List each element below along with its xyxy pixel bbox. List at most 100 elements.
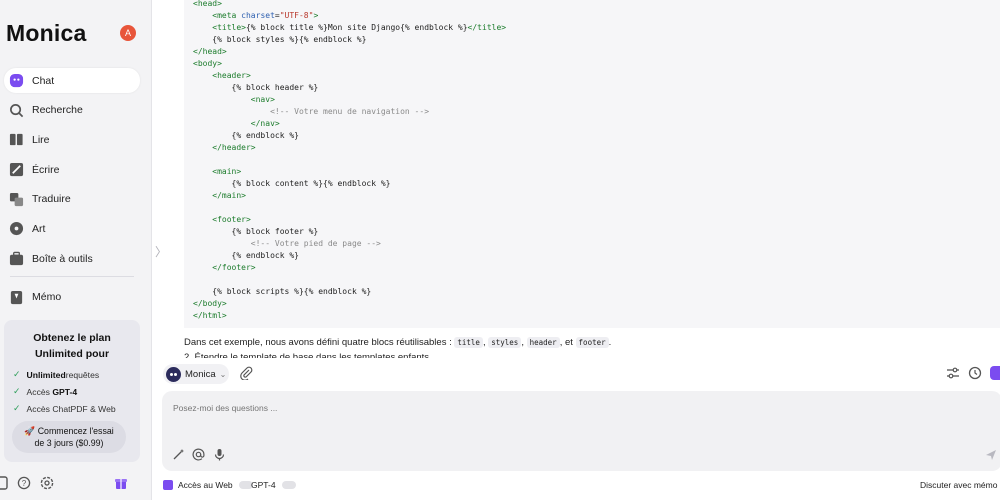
code-token: {% block scripts %}{% endblock %} bbox=[193, 287, 372, 296]
code-token: <meta bbox=[212, 11, 242, 20]
code-block: <head> <meta charset="UTF-8"> <title>{% … bbox=[184, 0, 1000, 328]
memo-chat-link[interactable]: Discuter avec mémo bbox=[920, 478, 997, 492]
code-line: <!-- Votre pied de page --> bbox=[193, 238, 381, 250]
code-line: </footer> bbox=[193, 262, 256, 274]
code-token: {% block title %}Mon site Django{% endbl… bbox=[245, 23, 468, 32]
svg-text:?: ? bbox=[22, 479, 27, 488]
sidebar-item-label: Écrire bbox=[32, 163, 60, 176]
code-line: </html> bbox=[193, 310, 227, 322]
sidebar-nav: Chat Recherche Lire Écrire Traduire Art … bbox=[4, 68, 140, 315]
sidebar-item-memo[interactable]: Mémo bbox=[4, 285, 140, 310]
sidebar-item-toolbox[interactable]: Boîte à outils bbox=[4, 246, 140, 271]
microphone-icon[interactable] bbox=[213, 448, 226, 461]
check-icon: ✓ bbox=[13, 369, 21, 379]
promo-feature: ✓ Accès ChatPDF & Web bbox=[13, 403, 116, 414]
inline-code: header bbox=[526, 337, 560, 348]
promo-feature: ✓ Accès GPT-4 bbox=[13, 386, 78, 397]
brand-logo[interactable]: Monica bbox=[6, 20, 86, 47]
pen-icon bbox=[9, 162, 24, 177]
attachment-icon[interactable] bbox=[239, 366, 253, 380]
code-token: <nav> bbox=[250, 95, 275, 104]
sidebar-item-read[interactable]: Lire bbox=[4, 127, 140, 152]
sidebar-item-translate[interactable]: Traduire bbox=[4, 187, 140, 212]
code-token: "UTF-8" bbox=[279, 11, 314, 20]
sidebar-divider bbox=[10, 275, 134, 277]
mention-icon[interactable] bbox=[192, 448, 205, 461]
code-token: </head> bbox=[193, 47, 227, 56]
assistant-message-next-line: 2. Étendre le template de base dans les … bbox=[184, 352, 430, 358]
code-token: {% block header %} bbox=[193, 83, 319, 92]
inline-code: title bbox=[454, 337, 483, 348]
chat-input-area bbox=[162, 391, 1000, 471]
sidebar-item-label: Lire bbox=[32, 133, 50, 146]
code-token: <body> bbox=[193, 59, 222, 68]
chat-bubble-icon bbox=[9, 73, 24, 88]
code-line: </header> bbox=[193, 142, 256, 154]
palette-icon bbox=[9, 221, 24, 236]
code-line: <!-- Votre menu de navigation --> bbox=[193, 106, 429, 118]
code-token: </footer> bbox=[212, 263, 256, 272]
rocket-icon: 🚀 bbox=[24, 426, 36, 436]
model-selector[interactable]: Monica ⌄ bbox=[163, 364, 229, 384]
code-line: <nav> bbox=[193, 94, 275, 106]
code-line: {% block header %} bbox=[193, 82, 319, 94]
gift-icon[interactable] bbox=[114, 476, 128, 490]
sidebar: Monica A Chat Recherche Lire Écrire Trad… bbox=[0, 0, 152, 500]
gpt4-switch[interactable] bbox=[281, 481, 296, 489]
collapse-sidebar-icon[interactable]: 〉 bbox=[155, 243, 167, 260]
sidebar-footer: ? bbox=[0, 476, 152, 492]
code-token: <!-- Votre menu de navigation --> bbox=[270, 107, 430, 116]
code-token: <footer> bbox=[212, 215, 251, 224]
sidebar-item-art[interactable]: Art bbox=[4, 216, 140, 241]
sidebar-item-chat[interactable]: Chat bbox=[4, 68, 140, 93]
code-line: </head> bbox=[193, 46, 227, 58]
code-line: </main> bbox=[193, 190, 246, 202]
gpt4-toggle[interactable]: GPT-4 bbox=[251, 478, 296, 492]
code-token: </nav> bbox=[250, 119, 280, 128]
code-line: <main> bbox=[193, 166, 241, 178]
code-token: </main> bbox=[212, 191, 246, 200]
code-token: </header> bbox=[212, 143, 256, 152]
search-icon bbox=[9, 103, 24, 118]
code-line: <title>{% block title %}Mon site Django{… bbox=[193, 22, 506, 34]
start-trial-button[interactable]: 🚀 Commencez l'essai de 3 jours ($0.99) bbox=[12, 421, 126, 453]
sidebar-item-label: Traduire bbox=[32, 193, 71, 206]
sidebar-item-label: Mémo bbox=[32, 291, 62, 304]
sidebar-item-write[interactable]: Écrire bbox=[4, 157, 140, 182]
code-token: </title> bbox=[467, 23, 507, 32]
code-token: {% block styles %}{% endblock %} bbox=[193, 35, 367, 44]
code-line: {% block styles %}{% endblock %} bbox=[193, 34, 366, 46]
new-chat-button[interactable] bbox=[990, 366, 1000, 380]
help-icon[interactable]: ? bbox=[17, 476, 31, 490]
check-icon: ✓ bbox=[13, 403, 21, 413]
web-access-toggle[interactable]: Accès au Web bbox=[163, 478, 253, 492]
history-icon[interactable] bbox=[968, 366, 982, 380]
upgrade-promo: Obtenez le plan Unlimited pour ✓ Unlimit… bbox=[4, 320, 140, 462]
toolbox-icon bbox=[9, 251, 24, 266]
code-line: {% block scripts %}{% endblock %} bbox=[193, 286, 371, 298]
sidebar-item-search[interactable]: Recherche bbox=[4, 98, 140, 123]
code-line: <header> bbox=[193, 70, 251, 82]
code-token: {% block footer %} bbox=[193, 227, 319, 236]
phone-icon[interactable] bbox=[0, 476, 10, 490]
code-line: {% block content %}{% endblock %} bbox=[193, 178, 391, 190]
inline-code: footer bbox=[575, 337, 609, 348]
code-line: </body> bbox=[193, 298, 227, 310]
code-token: <title> bbox=[212, 23, 246, 32]
avatar[interactable]: A bbox=[120, 25, 136, 41]
send-icon[interactable] bbox=[985, 449, 997, 461]
monica-logo-icon bbox=[166, 366, 181, 382]
chat-input[interactable] bbox=[173, 403, 473, 413]
settings-icon[interactable] bbox=[40, 476, 54, 490]
sliders-icon[interactable] bbox=[946, 366, 960, 380]
code-token: {% endblock %} bbox=[193, 131, 299, 140]
magic-wand-icon[interactable] bbox=[172, 448, 185, 461]
check-icon: ✓ bbox=[13, 386, 21, 396]
